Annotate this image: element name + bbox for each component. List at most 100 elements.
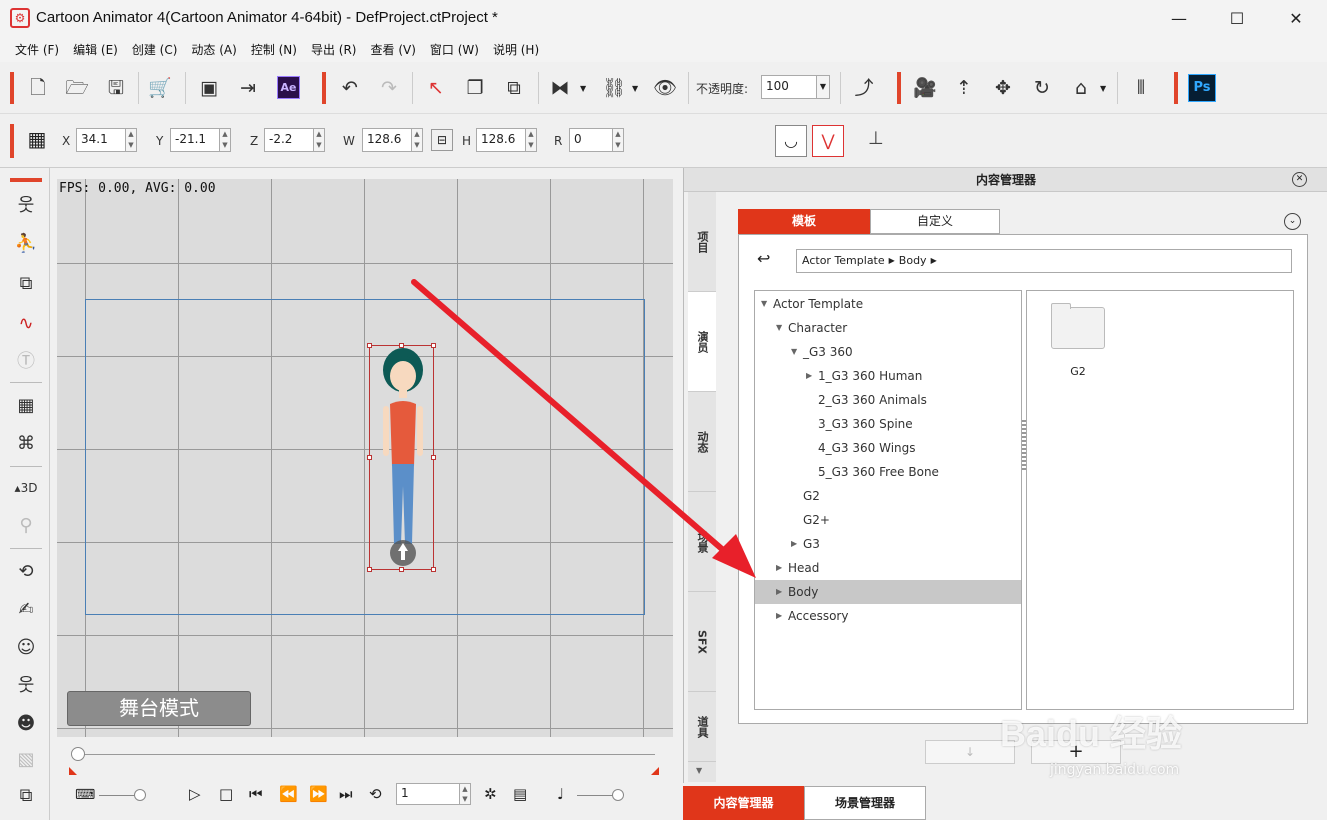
expanded-arrow-icon[interactable]: ▼ <box>761 292 767 316</box>
frame-input[interactable]: 1 <box>396 783 460 805</box>
timeline-panel-icon[interactable]: ▤ <box>513 785 527 803</box>
tab-content-manager[interactable]: 内容管理器 <box>683 786 804 820</box>
character-compose-icon[interactable]: 웃 <box>12 192 40 220</box>
stop-icon[interactable]: □ <box>219 785 233 803</box>
folder-icon[interactable] <box>1051 307 1105 349</box>
grid-layout-icon[interactable]: ▦ <box>24 126 50 152</box>
settings-gear-icon[interactable]: ✲ <box>484 785 497 803</box>
menu-window[interactable]: 窗口 (W) <box>423 38 486 62</box>
menu-control[interactable]: 控制 (N) <box>244 38 304 62</box>
sprite-grid-icon[interactable]: ▦ <box>12 392 40 420</box>
3d-head-icon[interactable]: ▴3D <box>12 474 40 502</box>
opacity-dropdown-icon[interactable]: ▼ <box>816 75 830 99</box>
menu-file[interactable]: 文件 (F) <box>8 38 66 62</box>
maximize-button[interactable]: ☐ <box>1208 0 1266 38</box>
minimize-button[interactable]: — <box>1150 0 1208 38</box>
reset-transform-icon[interactable]: ⤴ <box>850 74 878 102</box>
menu-edit[interactable]: 编辑 (E) <box>66 38 125 62</box>
loop-icon[interactable]: ⟲ <box>369 785 382 803</box>
play-icon[interactable]: ▷ <box>189 785 201 803</box>
y-input[interactable]: -21.1 <box>170 128 220 152</box>
tab-actor[interactable]: 演员 <box>688 292 716 392</box>
last-frame-icon[interactable]: ⏭ <box>339 785 353 803</box>
tree-node[interactable]: G2+ <box>755 508 1021 532</box>
stage-mode-button[interactable]: 舞台模式 <box>67 691 251 726</box>
select-arrow-icon[interactable]: ↖ <box>422 74 450 102</box>
scene-media-icon[interactable]: ⧉ <box>12 270 40 298</box>
music-note-icon[interactable]: ♩ <box>557 785 564 803</box>
tree-node[interactable]: 4_G3 360 Wings <box>755 436 1021 460</box>
volume-slider-track[interactable] <box>99 795 139 796</box>
timeline-track[interactable] <box>75 754 655 755</box>
tab-scene-manager[interactable]: 场景管理器 <box>804 786 926 820</box>
tree-node[interactable]: ▼ Character <box>755 316 1021 340</box>
opacity-input[interactable]: 100 <box>761 75 817 99</box>
ease-curve-icon[interactable]: ◡ <box>775 125 807 157</box>
collapse-chevron-icon[interactable]: ⌄ <box>1284 213 1301 230</box>
audio-slider-thumb[interactable] <box>612 789 624 801</box>
flip-icon[interactable]: ⧓ <box>546 74 574 102</box>
folder-label[interactable]: G2 <box>1051 365 1105 378</box>
redo-icon[interactable]: ↷ <box>375 74 403 102</box>
fill-icon[interactable]: ⧉ <box>500 74 528 102</box>
after-effects-icon[interactable]: Ae <box>277 76 300 99</box>
actor-character[interactable] <box>372 346 434 570</box>
tree-node[interactable]: ▶ Head <box>755 556 1021 580</box>
move-up-icon[interactable]: ⇡ <box>950 74 978 102</box>
open-folder-icon[interactable]: 🗁 <box>63 74 91 102</box>
collapsed-arrow-icon[interactable]: ▶ <box>776 580 782 604</box>
tab-project[interactable]: 项目 <box>688 192 716 292</box>
mask-icon[interactable]: ▧ <box>12 746 40 774</box>
render-icon[interactable]: ▣ <box>195 74 223 102</box>
previous-frame-icon[interactable]: ⏪ <box>279 785 298 803</box>
w-spinner[interactable]: ▲ ▼ <box>412 128 423 152</box>
tab-sfx[interactable]: SFX <box>688 592 716 692</box>
tab-props[interactable]: 道具 <box>688 692 716 762</box>
export-icon[interactable]: ⇥ <box>234 74 262 102</box>
motion-pose-icon[interactable]: ⚲ <box>12 512 40 540</box>
expanded-arrow-icon[interactable]: ▼ <box>791 340 797 364</box>
volume-slider-thumb[interactable] <box>134 789 146 801</box>
tree-node[interactable]: ▶ 1_G3 360 Human <box>755 364 1021 388</box>
store-cart-icon[interactable]: 🛒 <box>146 74 174 102</box>
menu-help[interactable]: 说明 (H) <box>486 38 546 62</box>
camera-icon[interactable]: 🎥 <box>911 74 939 102</box>
back-arrow-icon[interactable]: ↩ <box>757 249 770 268</box>
body-puppet-icon[interactable]: 웃 <box>12 672 40 700</box>
align-icon[interactable]: ⫴ <box>1127 74 1155 102</box>
h-spinner[interactable]: ▲ ▼ <box>526 128 537 152</box>
stage-viewport[interactable]: FPS: 0.00, AVG: 0.00 舞台模式 <box>57 179 673 737</box>
range-end-marker[interactable] <box>651 767 659 775</box>
move-all-icon[interactable]: ✥ <box>989 74 1017 102</box>
duplicate-icon[interactable]: ❐ <box>461 74 489 102</box>
tree-node[interactable]: ▶ Body <box>755 580 1021 604</box>
character-animate-icon[interactable]: ⛹ <box>12 230 40 258</box>
panel-close-icon[interactable]: ✕ <box>1292 172 1307 187</box>
tab-custom[interactable]: 自定义 <box>870 209 1000 234</box>
tab-template[interactable]: 模板 <box>738 209 870 234</box>
visibility-eye-icon[interactable]: 👁 <box>651 74 679 102</box>
r-spinner[interactable]: ▲ ▼ <box>613 128 624 152</box>
menu-create[interactable]: 创建 (C) <box>125 38 185 62</box>
close-button[interactable]: ✕ <box>1267 0 1325 38</box>
face-puppet-icon[interactable]: ☺ <box>12 634 40 662</box>
range-start-marker[interactable] <box>69 767 77 775</box>
link-dropdown-icon[interactable]: ▼ <box>632 84 638 93</box>
face-key-icon[interactable]: ☻ <box>12 710 40 738</box>
save-icon[interactable]: 🖫 <box>102 74 130 102</box>
motion-edit-icon[interactable]: ✍ <box>12 596 40 624</box>
tree-node[interactable]: ▼ _G3 360 <box>755 340 1021 364</box>
w-input[interactable]: 128.6 <box>362 128 412 152</box>
z-input[interactable]: -2.2 <box>264 128 314 152</box>
y-spinner[interactable]: ▲ ▼ <box>220 128 231 152</box>
actor-selection-box[interactable] <box>367 343 436 572</box>
tree-node[interactable]: ▼ Actor Template <box>755 292 1021 316</box>
z-spinner[interactable]: ▲ ▼ <box>314 128 325 152</box>
rotate-icon[interactable]: ↻ <box>1028 74 1056 102</box>
collapsed-arrow-icon[interactable]: ▶ <box>776 556 782 580</box>
menu-export[interactable]: 导出 (R) <box>304 38 364 62</box>
scroll-down-icon[interactable]: ▼ <box>696 766 702 775</box>
breadcrumb-item[interactable]: Actor Template <box>802 250 885 272</box>
tree-node[interactable]: 5_G3 360 Free Bone <box>755 460 1021 484</box>
tree-node[interactable]: 3_G3 360 Spine <box>755 412 1021 436</box>
